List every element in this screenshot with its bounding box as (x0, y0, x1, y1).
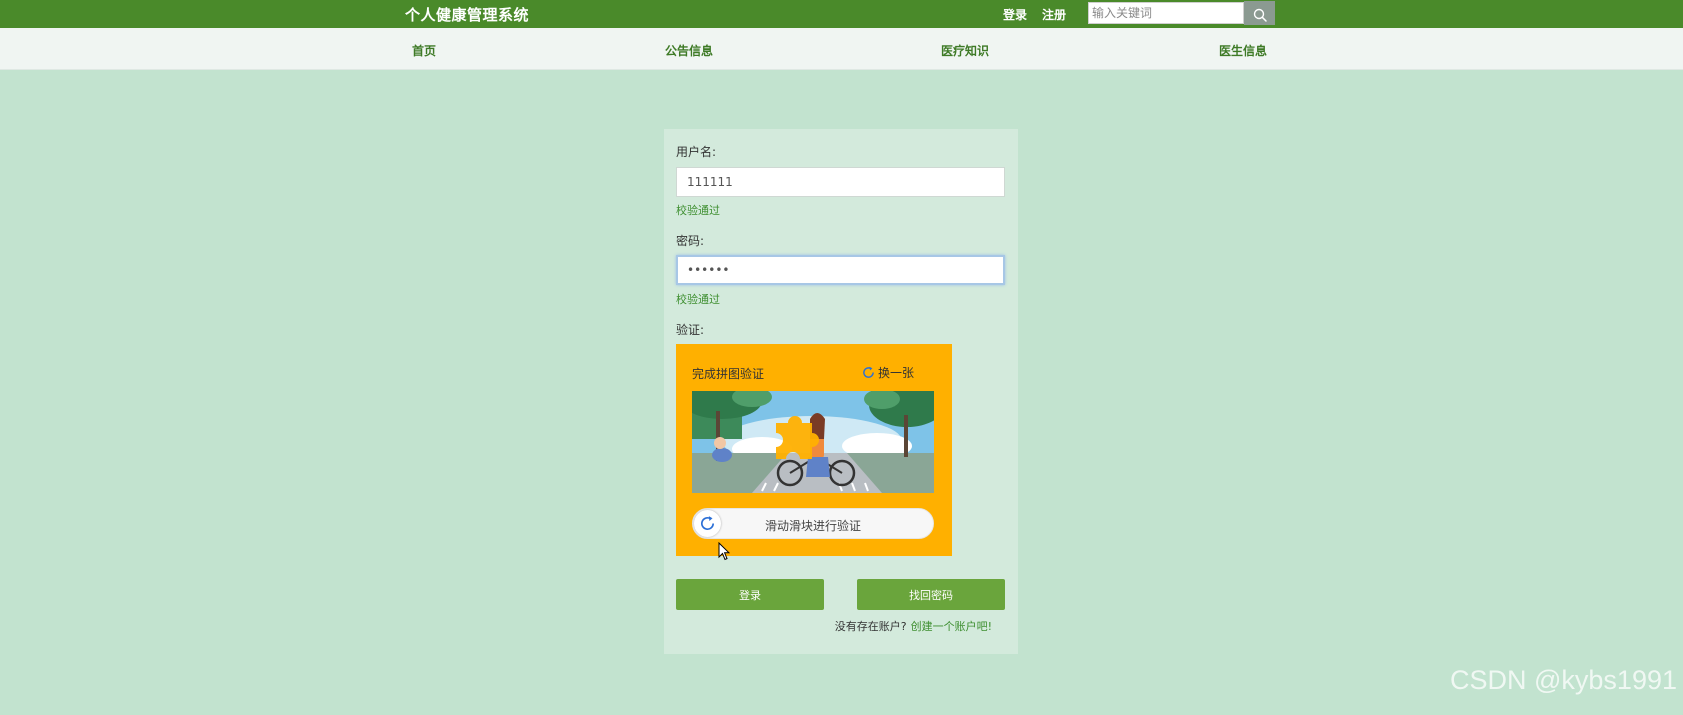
captcha-slider-handle[interactable] (694, 510, 721, 537)
captcha-title: 完成拼图验证 (692, 367, 765, 381)
main-nav: 首页 公告信息 医疗知识 医生信息 (0, 28, 1683, 70)
create-account-link[interactable]: 创建一个账户吧! (911, 620, 992, 633)
nav-item-home[interactable]: 首页 (412, 42, 436, 59)
refresh-arrow-icon (700, 516, 715, 530)
top-header: 个人健康管理系统 登录 注册 (0, 0, 1683, 28)
password-label: 密码: (676, 234, 705, 248)
recover-password-button[interactable]: 找回密码 (857, 579, 1005, 610)
mouse-cursor-icon (718, 542, 730, 561)
verify-label: 验证: (676, 323, 705, 337)
captcha-panel: 完成拼图验证 换一张 滑动滑块进行验证 (676, 344, 952, 556)
header-register-link[interactable]: 注册 (1042, 6, 1066, 23)
register-prompt: 没有存在账户? 创建一个账户吧! (835, 618, 992, 634)
captcha-slider-track[interactable]: 滑动滑块进行验证 (692, 508, 934, 539)
watermark: CSDN @kybs1991 (1450, 665, 1677, 695)
site-title: 个人健康管理系统 (405, 6, 530, 24)
username-validation-hint: 校验通过 (676, 204, 720, 217)
login-card: 用户名: 校验通过 密码: 校验通过 验证: 完成拼图验证 换一张 (664, 129, 1018, 654)
nav-item-announcements[interactable]: 公告信息 (665, 42, 713, 59)
login-button[interactable]: 登录 (676, 579, 824, 610)
search-icon (1253, 8, 1267, 22)
username-label: 用户名: (676, 145, 717, 159)
nav-item-doctor-info[interactable]: 医生信息 (1219, 42, 1267, 59)
refresh-icon (863, 366, 874, 378)
captcha-slider-text: 滑动滑块进行验证 (764, 519, 861, 533)
password-validation-hint: 校验通过 (676, 293, 720, 306)
username-input[interactable] (676, 167, 1005, 197)
captcha-puzzle-image (692, 391, 934, 493)
password-input[interactable] (676, 255, 1005, 285)
search-button[interactable] (1244, 1, 1275, 25)
nav-item-medical-knowledge[interactable]: 医疗知识 (941, 42, 989, 59)
no-account-text: 没有存在账户? (834, 620, 907, 633)
header-login-link[interactable]: 登录 (1003, 6, 1027, 23)
search-input[interactable] (1088, 2, 1244, 24)
captcha-refresh-button[interactable]: 换一张 (862, 364, 914, 381)
captcha-refresh-label: 换一张 (878, 366, 915, 380)
